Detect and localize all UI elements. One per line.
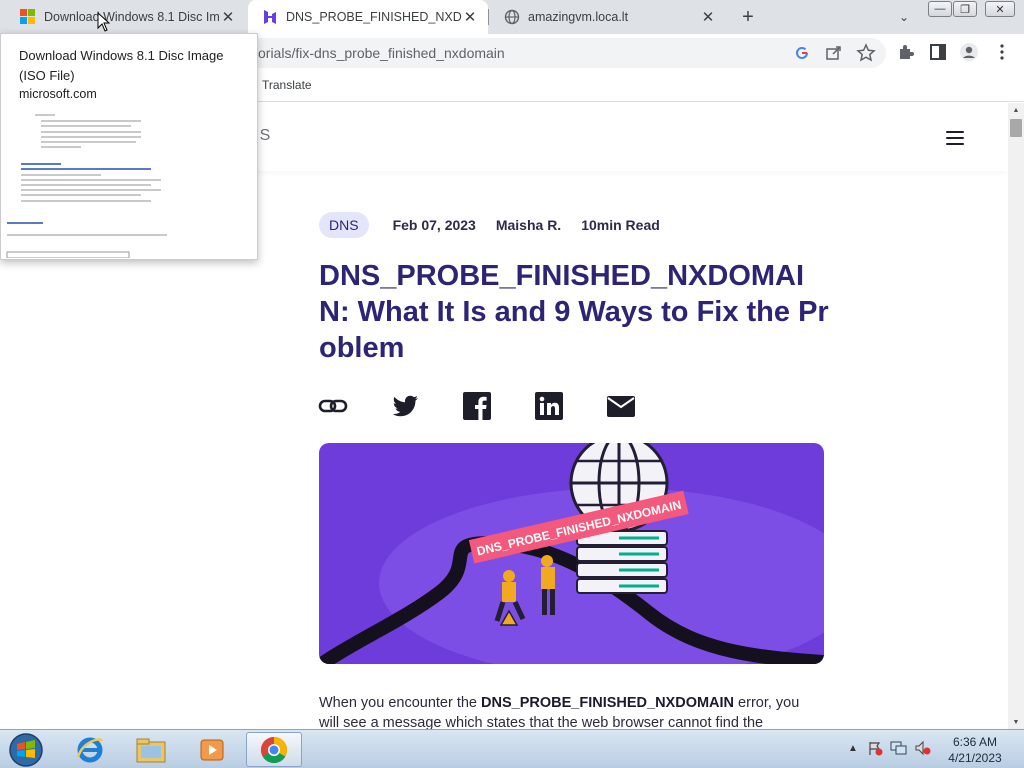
hover-card-title: Download Windows 8.1 Disc Image (ISO Fil…: [19, 48, 224, 83]
linkedin-icon[interactable]: [534, 391, 564, 421]
hover-card-thumbnail: [5, 108, 255, 259]
scroll-down-arrow-icon[interactable]: ▼: [1008, 715, 1024, 729]
article-date: Feb 07, 2023: [392, 217, 476, 233]
tab-amazingvm[interactable]: amazingvm.loca.lt ✕: [490, 0, 726, 34]
volume-muted-icon[interactable]: [914, 739, 932, 757]
facebook-icon[interactable]: [462, 391, 492, 421]
tab-dns-article[interactable]: DNS_PROBE_FINISHED_NXDOMAIN ✕: [248, 0, 488, 34]
read-time: 10min Read: [581, 217, 660, 233]
share-icon[interactable]: [824, 43, 844, 63]
bookmark-star-icon[interactable]: [856, 43, 876, 63]
copy-link-icon[interactable]: [318, 391, 348, 421]
action-center-flag-icon[interactable]: [866, 739, 884, 757]
hero-illustration: DNS_PROBE_FINISHED_NXDOMAIN: [319, 443, 824, 664]
maximize-button[interactable]: ❐: [953, 1, 977, 17]
windows-logo-icon: [20, 9, 36, 25]
start-button[interactable]: [6, 731, 46, 768]
email-icon[interactable]: [606, 391, 636, 421]
mouse-cursor-icon: [97, 12, 111, 32]
article-intro: When you encounter the DNS_PROBE_FINISHE…: [319, 695, 800, 729]
screen: Download Windows 8.1 Disc Ima ✕ DNS_PROB…: [0, 0, 1024, 768]
profile-avatar-icon[interactable]: [959, 42, 979, 62]
internet-explorer-icon: [76, 737, 104, 762]
twitter-icon[interactable]: [390, 391, 420, 421]
article-meta: DNS Feb 07, 2023 Maisha R. 10min Read: [319, 212, 680, 238]
close-window-button[interactable]: ✕: [985, 1, 1015, 17]
page-scrollbar[interactable]: ▲ ▼: [1008, 103, 1024, 729]
new-tab-button[interactable]: +: [737, 6, 759, 28]
address-url[interactable]: orials/fix-dns_probe_finished_nxdomain: [258, 45, 505, 61]
scroll-up-arrow-icon[interactable]: ▲: [1008, 103, 1024, 117]
clock-date: 4/21/2023: [948, 751, 1002, 765]
media-player-icon: [200, 739, 224, 760]
minimize-button[interactable]: —: [928, 1, 952, 17]
windows-start-orb-icon: [9, 732, 43, 767]
extensions-icon[interactable]: [896, 42, 916, 62]
taskbar-media-player[interactable]: [184, 732, 240, 767]
system-clock[interactable]: 6:36 AM 4/21/2023: [940, 734, 1010, 766]
google-lens-icon[interactable]: [792, 43, 812, 63]
tab-windows-download[interactable]: Download Windows 8.1 Disc Ima ✕: [6, 0, 246, 34]
close-tab-icon[interactable]: ✕: [220, 9, 236, 26]
chrome-icon: [260, 736, 288, 763]
article-author[interactable]: Maisha R.: [496, 217, 561, 233]
tab-hover-card: Download Windows 8.1 Disc Image (ISO Fil…: [0, 33, 258, 260]
clock-time: 6:36 AM: [952, 735, 998, 749]
show-hidden-icons-arrow-icon[interactable]: ▲: [844, 739, 862, 757]
article-headline: DNS_PROBE_FINISHED_NXDOMAIN: What It Is …: [319, 260, 829, 364]
hamburger-menu-icon[interactable]: [946, 131, 964, 145]
taskbar-internet-explorer[interactable]: [62, 732, 118, 767]
hover-card-domain: microsoft.com: [19, 87, 97, 101]
globe-icon: [504, 9, 520, 25]
side-panel-icon[interactable]: [928, 42, 948, 62]
menu-kebab-icon[interactable]: [992, 42, 1012, 62]
close-tab-icon[interactable]: ✕: [462, 9, 478, 26]
hostinger-logo-icon: [264, 10, 276, 24]
tab-title: DNS_PROBE_FINISHED_NXDOMAIN: [286, 10, 462, 24]
tab-separator: [488, 9, 489, 25]
category-badge[interactable]: DNS: [319, 212, 369, 238]
close-tab-icon[interactable]: ✕: [700, 9, 716, 26]
tab-title: amazingvm.loca.lt: [528, 10, 629, 24]
taskbar-file-explorer[interactable]: [123, 732, 179, 767]
tab-strip: Download Windows 8.1 Disc Ima ✕ DNS_PROB…: [0, 0, 1024, 34]
windows-taskbar: ▲ 6:36 AM 4/21/2023: [0, 729, 1024, 768]
scroll-thumb[interactable]: [1010, 119, 1022, 137]
network-icon[interactable]: [890, 739, 908, 757]
tab-title: Download Windows 8.1 Disc Ima: [44, 10, 220, 24]
tab-search-button[interactable]: ⌄: [895, 8, 913, 26]
bookmark-translate[interactable]: Translate: [262, 78, 312, 92]
taskbar-chrome[interactable]: [246, 732, 302, 767]
file-explorer-icon: [136, 738, 166, 762]
